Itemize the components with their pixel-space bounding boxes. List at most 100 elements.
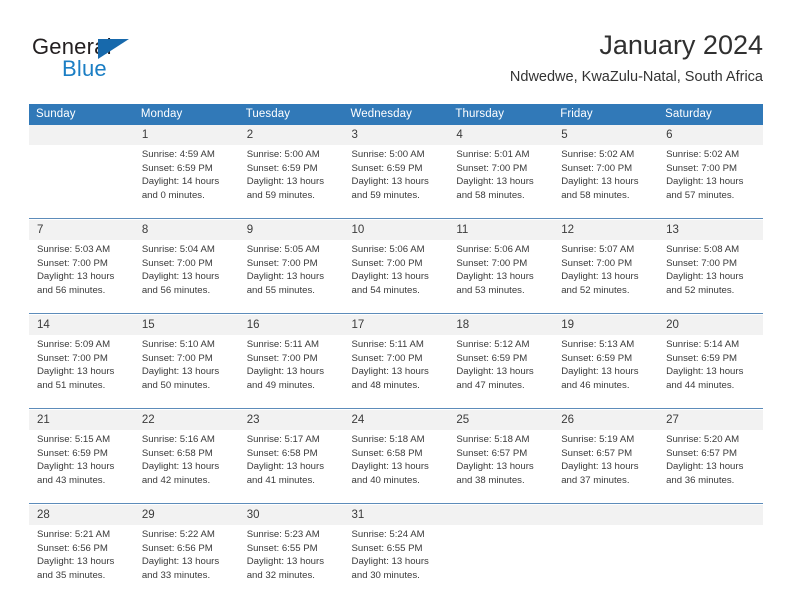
day-daylight-2-text: and 43 minutes. (37, 474, 106, 486)
day-cell[interactable]: Sunrise: 5:04 AM Sunset: 7:00 PM Daylight:… (133, 240, 239, 314)
day-sunset-text: Sunset: 6:55 PM (246, 542, 318, 554)
day-sunrise-text: Sunrise: 5:06 AM (351, 244, 425, 255)
day-number[interactable]: 18 (448, 315, 554, 335)
day-sunrise-text: Sunrise: 5:18 AM (456, 434, 530, 445)
day-cell[interactable]: Sunrise: 5:02 AM Sunset: 7:00 PM Daylight:… (553, 145, 659, 219)
day-cell[interactable]: Sunrise: 5:20 AM Sunset: 6:57 PM Daylight:… (658, 430, 763, 504)
day-cell[interactable]: Sunrise: 5:00 AM Sunset: 6:59 PM Daylight:… (238, 145, 344, 219)
day-cell[interactable]: Sunrise: 5:22 AM Sunset: 6:56 PM Daylight:… (133, 525, 239, 598)
general-blue-logo[interactable]: General Blue (32, 34, 212, 90)
day-number[interactable]: 30 (238, 505, 344, 525)
day-number[interactable]: 16 (238, 315, 344, 335)
day-cell[interactable]: Sunrise: 5:17 AM Sunset: 6:58 PM Daylight:… (238, 430, 344, 504)
day-number[interactable]: 4 (448, 125, 554, 145)
day-daylight-2-text: and 59 minutes. (351, 189, 420, 201)
day-number[interactable]: 8 (133, 220, 239, 240)
day-cell[interactable]: Sunrise: 5:06 AM Sunset: 7:00 PM Daylight:… (343, 240, 449, 314)
day-number[interactable]: 17 (343, 315, 449, 335)
day-daylight-1-text: Daylight: 13 hours (37, 556, 115, 568)
day-number[interactable]: 10 (343, 220, 449, 240)
day-number[interactable]: 15 (133, 315, 239, 335)
day-number[interactable]: 20 (658, 315, 763, 335)
day-cell[interactable]: Sunrise: 5:16 AM Sunset: 6:58 PM Daylight:… (133, 430, 239, 504)
day-sunrise-text: Sunrise: 5:22 AM (141, 529, 215, 540)
day-daylight-1-text: Daylight: 13 hours (246, 366, 325, 378)
day-cell[interactable]: Sunrise: 5:18 AM Sunset: 6:58 PM Daylight:… (343, 430, 449, 504)
day-number[interactable]: 7 (29, 220, 134, 240)
day-cell[interactable]: Sunrise: 5:12 AM Sunset: 6:59 PM Daylight:… (448, 335, 554, 409)
day-number[interactable]: 3 (343, 125, 449, 145)
day-cell[interactable]: Sunrise: 5:18 AM Sunset: 6:57 PM Daylight:… (448, 430, 554, 504)
day-number[interactable]: 1 (133, 125, 239, 145)
day-cell[interactable]: Sunrise: 5:00 AM Sunset: 6:59 PM Daylight:… (343, 145, 449, 219)
day-sunset-text: Sunset: 7:00 PM (561, 257, 633, 269)
day-cell[interactable]: Sunrise: 5:23 AM Sunset: 6:55 PM Daylight:… (238, 525, 344, 598)
day-sunrise-text: Sunrise: 5:15 AM (37, 434, 111, 445)
day-daylight-1-text: Daylight: 13 hours (37, 461, 115, 473)
day-detail-row: Sunrise: 5:09 AM Sunset: 7:00 PM Daylight:… (29, 335, 763, 409)
day-number[interactable]: 28 (29, 505, 134, 525)
day-sunrise-text: Sunrise: 5:20 AM (666, 434, 740, 445)
day-sunrise-text: Sunrise: 5:00 AM (246, 149, 320, 160)
day-sunrise-text: Sunrise: 5:17 AM (246, 434, 320, 445)
day-daylight-1-text: Daylight: 13 hours (141, 461, 220, 473)
day-cell[interactable]: Sunrise: 5:10 AM Sunset: 7:00 PM Daylight:… (133, 335, 239, 409)
day-sunset-text: Sunset: 6:59 PM (666, 352, 737, 364)
day-daylight-2-text: and 57 minutes. (666, 189, 735, 201)
day-cell[interactable]: Sunrise: 5:05 AM Sunset: 7:00 PM Daylight:… (238, 240, 344, 314)
day-number[interactable]: 13 (658, 220, 763, 240)
day-sunset-text: Sunset: 6:57 PM (456, 447, 528, 459)
day-sunset-text: Sunset: 6:59 PM (561, 352, 633, 364)
day-number[interactable]: 26 (553, 410, 659, 430)
day-cell[interactable]: Sunrise: 5:21 AM Sunset: 6:56 PM Daylight:… (29, 525, 134, 598)
day-number[interactable]: 14 (29, 315, 134, 335)
day-number[interactable]: 6 (658, 125, 763, 145)
day-daylight-2-text: and 52 minutes. (666, 284, 735, 296)
day-sunrise-text: Sunrise: 5:12 AM (456, 339, 530, 350)
day-cell[interactable]: Sunrise: 5:02 AM Sunset: 7:00 PM Daylight:… (658, 145, 763, 219)
day-cell[interactable]: Sunrise: 5:13 AM Sunset: 6:59 PM Daylight:… (553, 335, 659, 409)
day-cell[interactable]: Sunrise: 5:14 AM Sunset: 6:59 PM Daylight:… (658, 335, 763, 409)
day-sunset-text: Sunset: 6:58 PM (246, 447, 318, 459)
day-detail-row: Sunrise: 5:15 AM Sunset: 6:59 PM Daylight:… (29, 430, 763, 504)
day-number[interactable]: 19 (553, 315, 659, 335)
day-number-row: 123456 (29, 125, 763, 145)
day-cell[interactable]: Sunrise: 5:07 AM Sunset: 7:00 PM Daylight:… (553, 240, 659, 314)
day-cell[interactable]: Sunrise: 5:19 AM Sunset: 6:57 PM Daylight:… (553, 430, 659, 504)
day-number[interactable]: 23 (238, 410, 344, 430)
day-daylight-2-text: and 36 minutes. (666, 474, 735, 486)
day-cell-empty (658, 525, 763, 598)
day-number[interactable]: 24 (343, 410, 449, 430)
day-cell[interactable]: Sunrise: 5:08 AM Sunset: 7:00 PM Daylight:… (658, 240, 763, 314)
day-cell[interactable]: Sunrise: 5:15 AM Sunset: 6:59 PM Daylight:… (29, 430, 134, 504)
day-cell[interactable]: Sunrise: 5:24 AM Sunset: 6:55 PM Daylight:… (343, 525, 449, 598)
day-cell[interactable]: Sunrise: 4:59 AM Sunset: 6:59 PM Daylight:… (133, 145, 239, 219)
day-daylight-2-text: and 30 minutes. (351, 569, 420, 581)
day-number[interactable]: 12 (553, 220, 659, 240)
calendar-header-row: Sunday Monday Tuesday Wednesday Thursday… (29, 104, 763, 125)
day-number[interactable]: 29 (133, 505, 239, 525)
day-daylight-2-text: and 59 minutes. (246, 189, 315, 201)
day-sunrise-text: Sunrise: 5:21 AM (37, 529, 111, 540)
day-number[interactable]: 9 (238, 220, 344, 240)
day-sunset-text: Sunset: 7:00 PM (456, 162, 528, 174)
day-number[interactable]: 2 (238, 125, 344, 145)
day-cell[interactable]: Sunrise: 5:11 AM Sunset: 7:00 PM Daylight:… (343, 335, 449, 409)
day-number[interactable]: 25 (448, 410, 554, 430)
day-daylight-1-text: Daylight: 13 hours (561, 176, 639, 188)
day-number[interactable]: 22 (133, 410, 239, 430)
day-sunset-text: Sunset: 7:00 PM (246, 257, 318, 269)
day-number[interactable]: 21 (29, 410, 134, 430)
day-number[interactable]: 31 (343, 505, 449, 525)
day-number[interactable]: 27 (658, 410, 763, 430)
day-daylight-1-text: Daylight: 13 hours (351, 366, 429, 378)
day-cell[interactable]: Sunrise: 5:03 AM Sunset: 7:00 PM Daylight:… (29, 240, 134, 314)
day-cell[interactable]: Sunrise: 5:01 AM Sunset: 7:00 PM Daylight:… (448, 145, 554, 219)
day-number[interactable]: 5 (553, 125, 659, 145)
day-number[interactable]: 11 (448, 220, 554, 240)
day-cell[interactable]: Sunrise: 5:09 AM Sunset: 7:00 PM Daylight:… (29, 335, 134, 409)
day-cell[interactable]: Sunrise: 5:06 AM Sunset: 7:00 PM Daylight:… (448, 240, 554, 314)
day-daylight-2-text: and 50 minutes. (141, 379, 211, 391)
day-sunset-text: Sunset: 6:59 PM (351, 162, 423, 174)
day-cell[interactable]: Sunrise: 5:11 AM Sunset: 7:00 PM Daylight:… (238, 335, 344, 409)
